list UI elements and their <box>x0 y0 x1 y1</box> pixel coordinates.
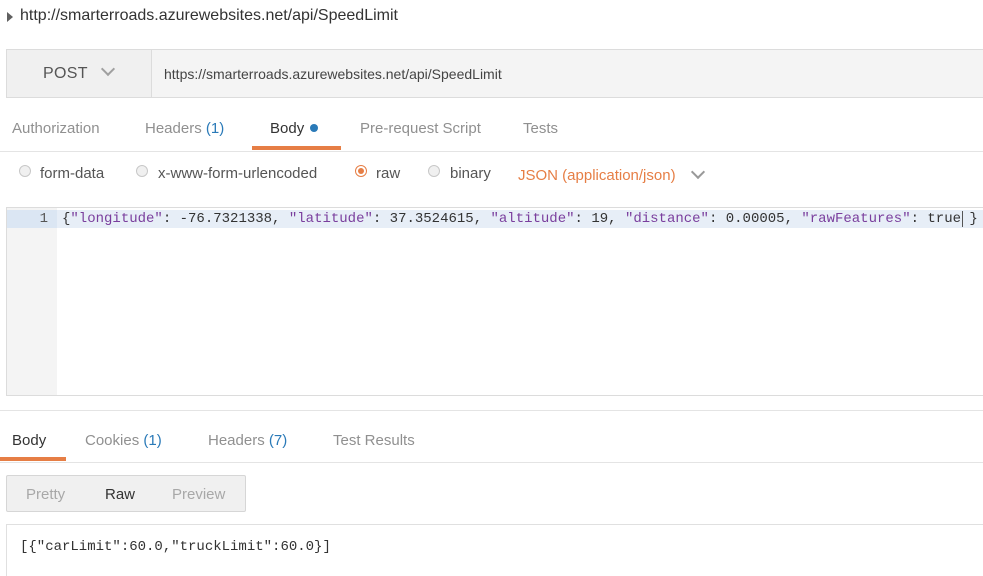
json-key: "latitude" <box>288 211 373 227</box>
tab-response-body[interactable]: Body <box>12 432 46 449</box>
body-type-options: form-data x-www-form-urlencoded raw bina… <box>0 155 983 199</box>
radio-x-www-form-urlencoded[interactable] <box>136 165 148 177</box>
url-bar: POST <box>6 49 983 98</box>
tab-label: Pre-request Script <box>360 120 481 137</box>
radio-label-binary[interactable]: binary <box>450 165 491 182</box>
line-number: 1 <box>7 210 57 228</box>
tab-test-results[interactable]: Test Results <box>333 432 415 449</box>
tab-tests[interactable]: Tests <box>523 120 558 137</box>
method-dropdown[interactable]: POST <box>7 50 152 97</box>
tab-count: (1) <box>143 432 162 449</box>
response-body[interactable]: [{"carLimit":60.0,"truckLimit":60.0}] <box>6 524 983 576</box>
json-value: : -76.7321338, <box>162 211 289 227</box>
json-value: : 37.3524615, <box>372 211 491 227</box>
json-value: : true } <box>910 211 978 227</box>
radio-label-raw[interactable]: raw <box>376 165 400 182</box>
tab-label: Body <box>12 432 47 449</box>
view-mode-toggle: Pretty Raw Preview <box>6 475 246 512</box>
unsaved-dot-icon <box>310 124 319 132</box>
tab-label: Body <box>270 120 305 137</box>
method-label: POST <box>43 65 88 82</box>
radio-label-x-www-form-urlencoded[interactable]: x-www-form-urlencoded <box>158 165 317 182</box>
tab-label: Tests <box>523 120 559 137</box>
active-tab-indicator <box>0 457 66 461</box>
code-line[interactable]: {"longitude": -76.7321338, "latitude": 3… <box>62 210 978 228</box>
radio-form-data[interactable] <box>19 165 31 177</box>
view-pretty-button[interactable]: Pretty <box>26 486 65 503</box>
tab-label: Test Results <box>333 432 415 449</box>
view-preview-button[interactable]: Preview <box>172 486 225 503</box>
collapse-arrow-icon[interactable] <box>7 12 13 22</box>
response-text: [{"carLimit":60.0,"truckLimit":60.0}] <box>20 539 331 555</box>
request-tabs: Authorization Headers (1) Body Pre-reque… <box>0 108 983 152</box>
json-key: "distance" <box>624 211 709 227</box>
chevron-down-icon <box>100 61 116 77</box>
request-body-editor[interactable]: 1 {"longitude": -76.7321338, "latitude":… <box>6 207 983 396</box>
tab-count: (7) <box>268 432 288 449</box>
tab-label: Headers <box>145 120 202 137</box>
tab-label: Cookies <box>85 432 140 449</box>
response-tabs: Body Cookies (1) Headers (7) Test Result… <box>0 420 983 463</box>
tab-cookies[interactable]: Cookies (1) <box>85 432 162 449</box>
chevron-down-icon[interactable] <box>690 164 706 180</box>
tab-headers[interactable]: Headers (1) <box>145 120 224 137</box>
radio-label-form-data[interactable]: form-data <box>40 165 104 182</box>
json-key: "altitude" <box>490 211 575 227</box>
tab-label: Headers <box>208 432 265 449</box>
radio-raw[interactable] <box>355 165 367 177</box>
editor-gutter <box>7 208 57 395</box>
radio-binary[interactable] <box>428 165 440 177</box>
view-raw-button[interactable]: Raw <box>105 486 135 503</box>
active-tab-indicator <box>252 146 341 150</box>
tab-count: (1) <box>205 120 225 137</box>
tab-body[interactable]: Body <box>270 120 319 137</box>
tab-pre-request-script[interactable]: Pre-request Script <box>360 120 481 137</box>
json-key: "rawFeatures" <box>801 211 911 227</box>
tab-response-headers[interactable]: Headers (7) <box>208 432 287 449</box>
tab-label: Authorization <box>12 120 100 137</box>
json-key: "longitude" <box>70 211 163 227</box>
text-cursor <box>962 211 963 227</box>
url-input[interactable] <box>152 50 983 97</box>
json-value: : 0.00005, <box>708 211 802 227</box>
request-title-bar[interactable]: http://smarterroads.azurewebsites.net/ap… <box>0 0 983 36</box>
request-title: http://smarterroads.azurewebsites.net/ap… <box>20 7 398 24</box>
content-type-dropdown[interactable]: JSON (application/json) <box>518 167 676 184</box>
json-value: : 19, <box>574 211 625 227</box>
tab-authorization[interactable]: Authorization <box>12 120 100 137</box>
